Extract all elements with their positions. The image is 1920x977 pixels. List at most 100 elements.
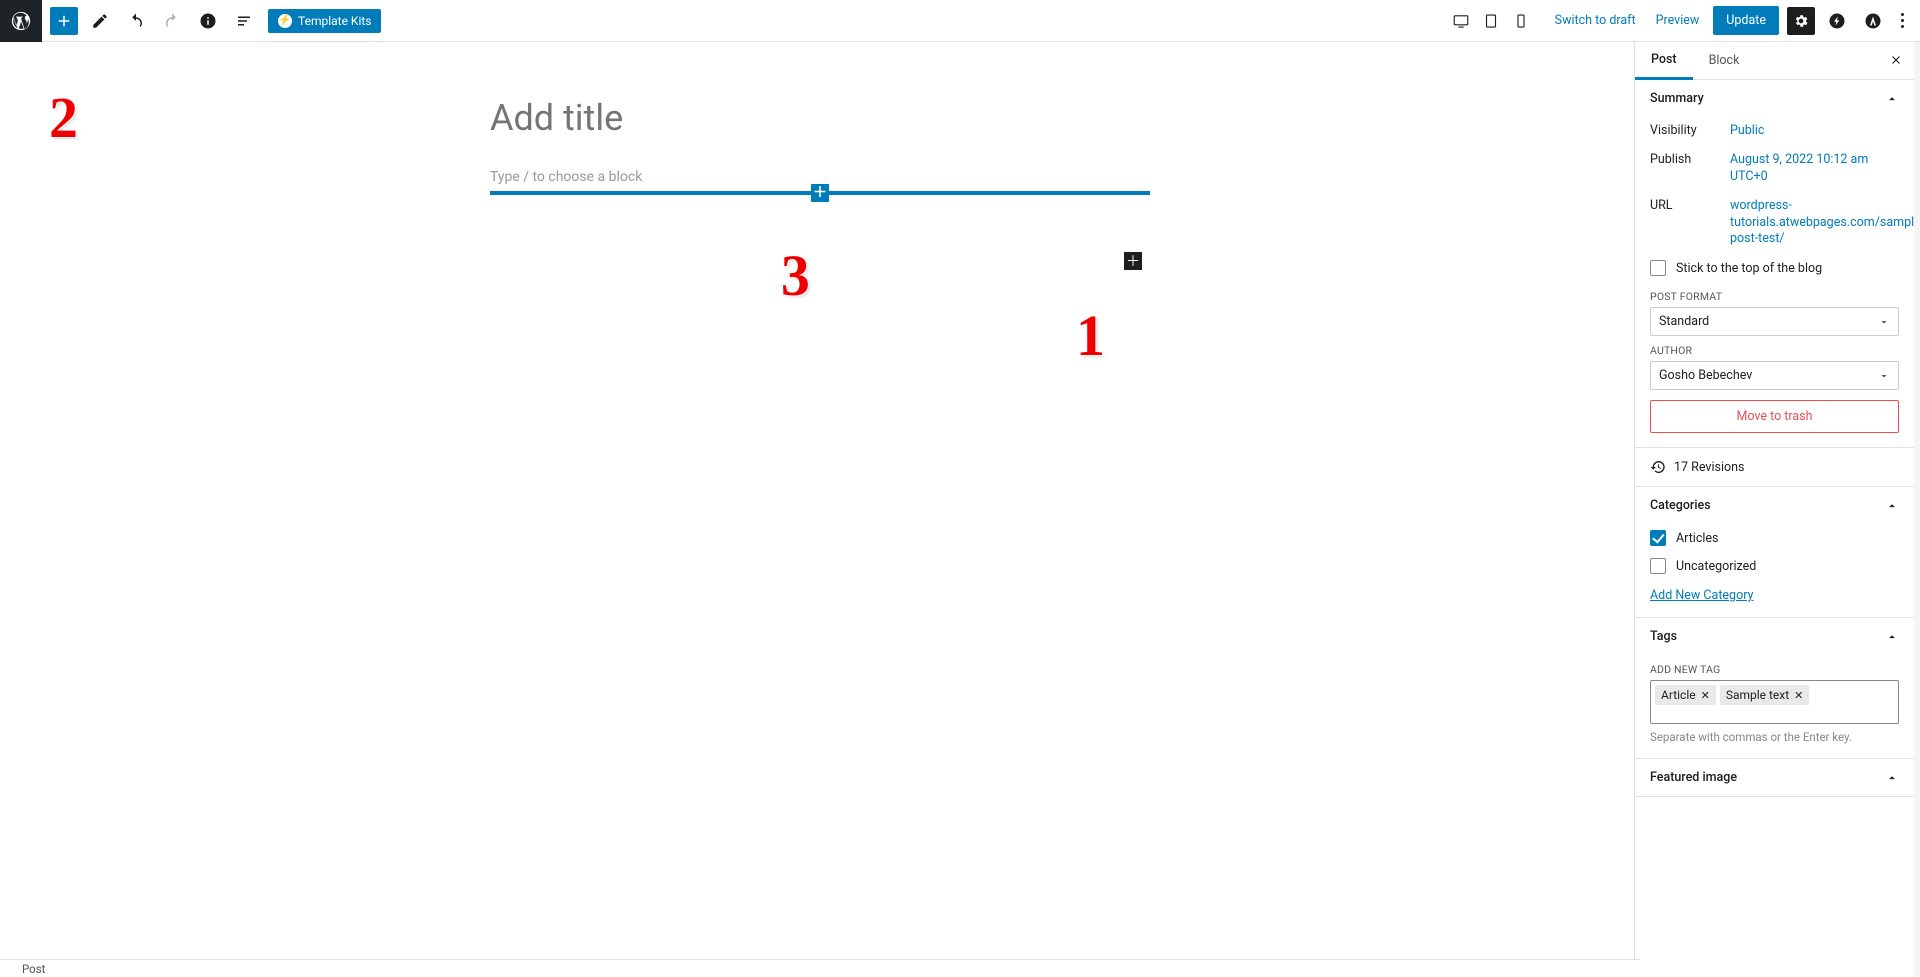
preview-button[interactable]: Preview <box>1650 9 1706 32</box>
panel-featured-image-header[interactable]: Featured image <box>1635 759 1914 796</box>
panel-categories-title: Categories <box>1650 498 1711 513</box>
outline-button[interactable] <box>230 7 258 35</box>
block-placeholder-text[interactable]: Type / to choose a block <box>490 169 1150 185</box>
panel-tags-title: Tags <box>1650 629 1677 644</box>
list-icon <box>235 12 253 30</box>
undo-button[interactable] <box>122 7 150 35</box>
pencil-icon <box>91 12 109 30</box>
panel-summary-body: Visibility Public Publish August 9, 2022… <box>1635 117 1914 447</box>
url-label: URL <box>1650 198 1730 213</box>
panel-featured-image: Featured image <box>1635 759 1914 797</box>
seo-panel-button[interactable] <box>1823 7 1851 35</box>
panel-categories-header[interactable]: Categories <box>1635 487 1914 524</box>
post-format-value: Standard <box>1659 314 1709 329</box>
chevron-up-icon <box>1885 630 1899 644</box>
editor-canvas-area: 2 Add title Type / to choose a block ＋ 3… <box>0 42 1640 959</box>
mobile-view-button[interactable] <box>1511 11 1531 31</box>
tablet-view-button[interactable] <box>1481 11 1501 31</box>
annotation-2: 2 <box>49 84 78 151</box>
move-to-trash-button[interactable]: Move to trash <box>1650 400 1899 433</box>
tags-input[interactable]: Article ✕ Sample text ✕ <box>1650 680 1899 724</box>
post-title-input[interactable]: Add title <box>490 97 1150 139</box>
add-block-button[interactable] <box>50 7 78 35</box>
tools-button[interactable] <box>86 7 114 35</box>
dot-icon <box>1901 13 1904 16</box>
redo-button[interactable] <box>158 7 186 35</box>
category-checkbox-articles[interactable] <box>1650 530 1666 546</box>
category-row-articles: Articles <box>1650 524 1899 552</box>
dot-icon <box>1901 19 1904 22</box>
astra-icon <box>1864 12 1882 30</box>
tag-chip: Sample text ✕ <box>1720 685 1810 705</box>
author-label: AUTHOR <box>1650 344 1899 357</box>
publish-label: Publish <box>1650 152 1730 167</box>
details-button[interactable] <box>194 7 222 35</box>
panel-featured-image-title: Featured image <box>1650 770 1737 785</box>
tag-remove-button[interactable]: ✕ <box>1701 689 1710 702</box>
paragraph-add-block-button[interactable]: ＋ <box>1124 252 1142 270</box>
close-sidebar-button[interactable] <box>1886 50 1906 70</box>
desktop-icon <box>1452 12 1470 30</box>
publish-value[interactable]: August 9, 2022 10:12 am UTC+0 <box>1730 152 1899 186</box>
add-category-link[interactable]: Add New Category <box>1650 588 1753 603</box>
template-kits-label: Template Kits <box>298 14 371 28</box>
url-value[interactable]: wordpress-tutorials.atwebpages.com/sampl… <box>1730 198 1914 249</box>
panel-tags-header[interactable]: Tags <box>1635 618 1914 655</box>
settings-toggle-button[interactable] <box>1787 7 1815 35</box>
editor-breadcrumb[interactable]: Post <box>0 959 1640 977</box>
switch-to-draft-button[interactable]: Switch to draft <box>1549 9 1642 32</box>
inline-add-block-button[interactable]: ＋ <box>811 184 829 202</box>
chevron-up-icon <box>1885 499 1899 513</box>
category-row-uncategorized: Uncategorized <box>1650 552 1899 580</box>
breadcrumb-label: Post <box>22 962 45 976</box>
category-checkbox-uncategorized[interactable] <box>1650 558 1666 574</box>
tab-post[interactable]: Post <box>1635 42 1693 80</box>
tag-chip-label: Sample text <box>1726 688 1789 702</box>
kits-bolt-icon: ⚡ <box>278 14 292 28</box>
annotation-3: 3 <box>781 242 810 309</box>
chevron-up-icon <box>1885 771 1899 785</box>
redo-icon <box>163 12 181 30</box>
url-row: URL wordpress-tutorials.atwebpages.com/s… <box>1650 192 1899 255</box>
tab-block[interactable]: Block <box>1693 43 1756 78</box>
visibility-label: Visibility <box>1650 123 1730 138</box>
plus-icon <box>55 12 73 30</box>
info-icon <box>199 12 217 30</box>
panel-summary-header[interactable]: Summary <box>1635 80 1914 117</box>
topbar-left-group: ⚡ Template Kits <box>0 0 381 41</box>
panel-summary-title: Summary <box>1650 91 1704 106</box>
stick-row: Stick to the top of the blog <box>1650 254 1899 282</box>
revisions-label: 17 Revisions <box>1674 460 1744 475</box>
category-label: Articles <box>1676 531 1719 546</box>
author-value: Gosho Bebechev <box>1659 368 1752 383</box>
update-button[interactable]: Update <box>1713 6 1779 35</box>
top-toolbar: ⚡ Template Kits Switch to draft Preview … <box>0 0 1920 42</box>
add-tag-label: ADD NEW TAG <box>1650 663 1899 676</box>
panel-tags: Tags ADD NEW TAG Article ✕ Sample text ✕… <box>1635 618 1914 759</box>
panel-categories: Categories Articles Uncategorized Add Ne… <box>1635 487 1914 618</box>
desktop-view-button[interactable] <box>1451 11 1471 31</box>
chevron-up-icon <box>1885 92 1899 106</box>
template-kits-button[interactable]: ⚡ Template Kits <box>268 9 381 33</box>
wordpress-icon <box>10 10 32 32</box>
mobile-icon <box>1512 12 1530 30</box>
wordpress-logo[interactable] <box>0 0 42 42</box>
block-insert-line: ＋ <box>490 191 1150 195</box>
post-format-label: POST FORMAT <box>1650 290 1899 303</box>
sidebar-tabs: Post Block <box>1635 42 1914 80</box>
close-icon <box>1889 53 1903 67</box>
category-label: Uncategorized <box>1676 559 1756 574</box>
history-icon <box>1650 459 1666 475</box>
tag-remove-button[interactable]: ✕ <box>1794 689 1803 702</box>
stick-checkbox[interactable] <box>1650 260 1666 276</box>
tags-hint: Separate with commas or the Enter key. <box>1650 730 1899 744</box>
panel-summary: Summary Visibility Public Publish August… <box>1635 80 1914 448</box>
undo-icon <box>127 12 145 30</box>
tablet-icon <box>1482 12 1500 30</box>
visibility-value[interactable]: Public <box>1730 123 1899 140</box>
post-format-select[interactable]: Standard <box>1650 307 1899 336</box>
options-menu-button[interactable] <box>1895 9 1910 32</box>
astra-panel-button[interactable] <box>1859 7 1887 35</box>
author-select[interactable]: Gosho Bebechev <box>1650 361 1899 390</box>
revisions-row[interactable]: 17 Revisions <box>1635 448 1914 487</box>
